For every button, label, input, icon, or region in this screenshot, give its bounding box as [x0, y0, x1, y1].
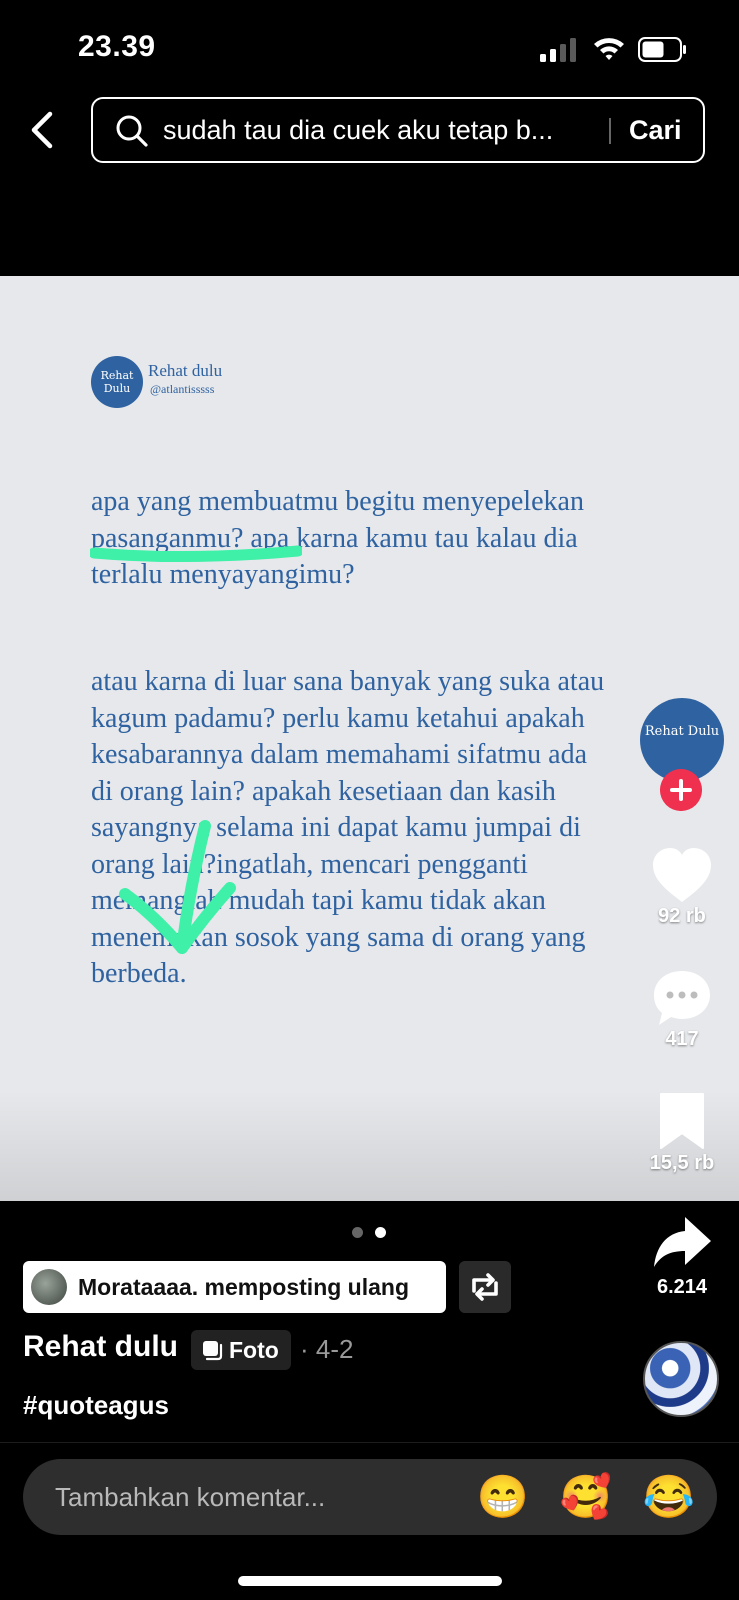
wifi-icon	[594, 38, 624, 60]
post-date: · 4-2	[300, 1334, 354, 1364]
pager-dot-1[interactable]	[352, 1227, 363, 1238]
repost-text: Morataaaa. memposting ulang	[78, 1274, 410, 1300]
pager-dot-2[interactable]	[375, 1227, 386, 1238]
save-count: 15,5 rb	[649, 1152, 715, 1174]
comment-count: 417	[665, 1028, 699, 1050]
image-account-name: Rehat dulu	[148, 361, 223, 380]
green-arrow-annotation	[119, 820, 236, 954]
like-heart-icon[interactable]	[651, 846, 713, 908]
emoji-grin-button[interactable]: 😁	[475, 1469, 531, 1525]
home-indicator[interactable]	[238, 1576, 502, 1586]
reposter-avatar	[31, 1269, 67, 1305]
hashtag-link[interactable]: #quoteagus	[23, 1390, 169, 1421]
post-author-name[interactable]: Rehat dulu	[23, 1330, 178, 1364]
photo-type-badge: Foto	[191, 1330, 291, 1370]
sound-disc-icon[interactable]	[643, 1341, 719, 1417]
repost-button[interactable]	[459, 1261, 511, 1313]
search-submit-button[interactable]: Cari	[629, 99, 682, 161]
search-icon	[116, 115, 148, 147]
search-input[interactable]: sudah tau dia cuek aku tetap b...	[163, 99, 603, 161]
like-count: 92 rb	[658, 905, 706, 927]
divider	[0, 1442, 739, 1443]
comment-bar[interactable]: Tambahkan komentar... 😁 🥰 😂	[23, 1459, 717, 1535]
post-photo[interactable]: Rehat Dulu Rehat dulu @atlantisssss apa …	[0, 276, 739, 1201]
emoji-hearts-button[interactable]: 🥰	[558, 1469, 614, 1525]
photo-stack-icon	[203, 1341, 223, 1361]
bookmark-icon[interactable]	[651, 1090, 713, 1152]
cellular-signal-icon	[540, 38, 576, 62]
green-underline-mark	[90, 545, 302, 563]
image-account-handle: @atlantisssss	[150, 382, 215, 396]
back-button[interactable]	[22, 108, 66, 152]
share-arrow-icon[interactable]	[651, 1213, 713, 1275]
emoji-laugh-button[interactable]: 😂	[641, 1469, 697, 1525]
photo-type-label: Foto	[229, 1336, 279, 1363]
follow-plus-button[interactable]	[660, 769, 702, 811]
comment-bubble-icon[interactable]	[651, 967, 713, 1029]
search-divider	[609, 118, 611, 144]
status-time: 23.39	[78, 30, 156, 63]
account-logo: Rehat Dulu	[91, 356, 143, 408]
share-count: 6.214	[656, 1276, 708, 1298]
battery-icon	[638, 37, 686, 62]
repost-bar[interactable]: Morataaaa. memposting ulang	[23, 1261, 446, 1313]
search-box[interactable]: sudah tau dia cuek aku tetap b... Cari	[91, 97, 705, 163]
comment-input[interactable]: Tambahkan komentar...	[55, 1459, 325, 1535]
